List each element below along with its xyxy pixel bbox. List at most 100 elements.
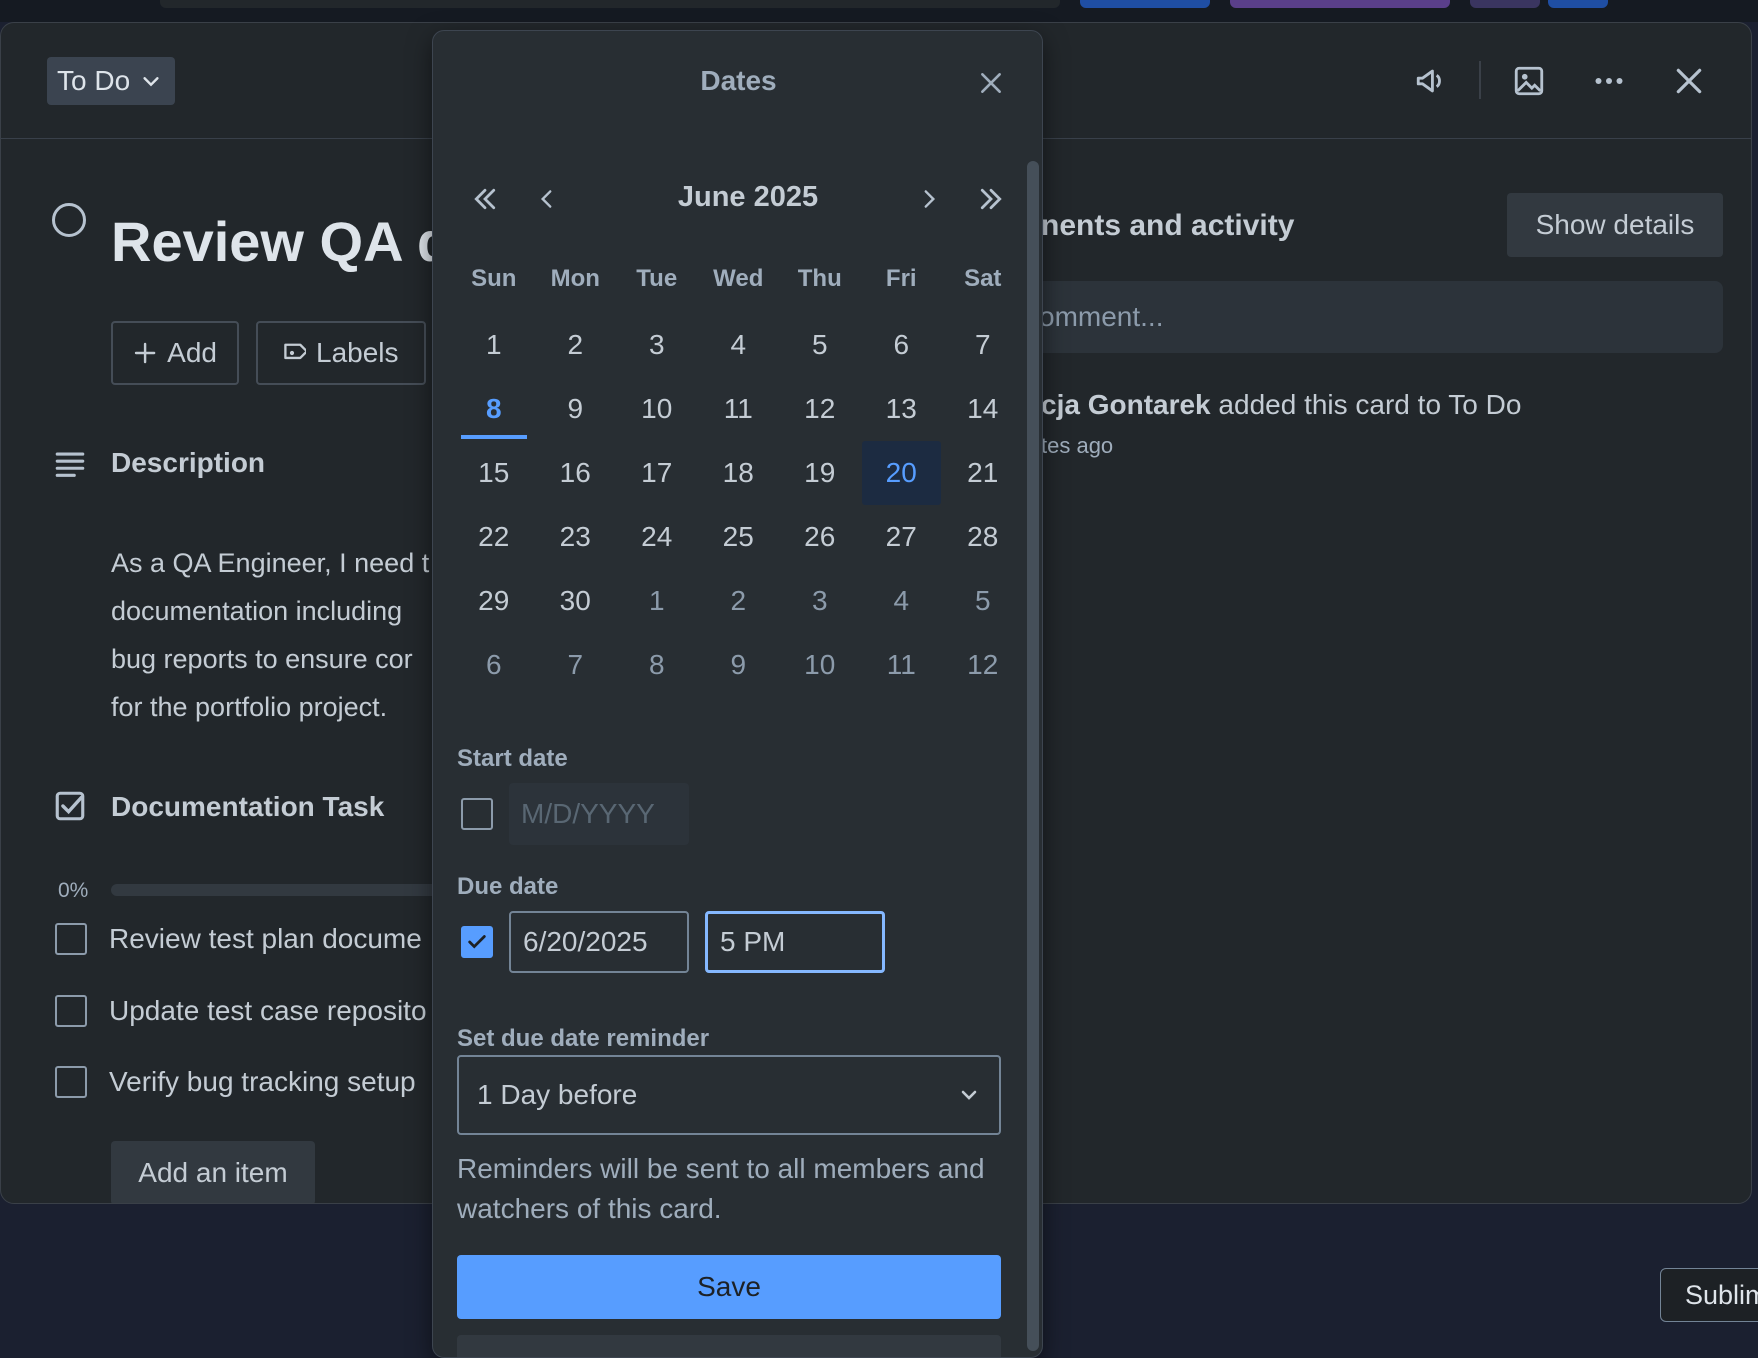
next-year-icon[interactable] bbox=[971, 179, 1011, 219]
chevron-down-icon bbox=[961, 1090, 977, 1100]
calendar-day[interactable]: 5 bbox=[942, 569, 1024, 633]
add-button[interactable]: Add bbox=[111, 321, 239, 385]
chevron-down-icon bbox=[143, 77, 159, 87]
due-time-input[interactable]: 5 PM bbox=[705, 911, 885, 973]
floating-button[interactable]: Sublim bbox=[1660, 1268, 1758, 1322]
calendar-day[interactable]: 9 bbox=[535, 377, 617, 441]
start-date-input[interactable]: M/D/YYYY bbox=[509, 783, 689, 845]
checklist-item-checkbox[interactable] bbox=[55, 1066, 87, 1098]
more-icon[interactable] bbox=[1591, 63, 1627, 99]
calendar-day[interactable]: 30 bbox=[535, 569, 617, 633]
calendar-day[interactable]: 4 bbox=[861, 569, 943, 633]
calendar-day[interactable]: 23 bbox=[535, 505, 617, 569]
calendar-day[interactable]: 15 bbox=[453, 441, 535, 505]
calendar-day-today[interactable]: 8 bbox=[453, 377, 535, 441]
activity-user[interactable]: cja Gontarek bbox=[1041, 389, 1211, 420]
calendar-day[interactable]: 26 bbox=[779, 505, 861, 569]
list-select-button[interactable]: To Do bbox=[47, 57, 175, 105]
calendar-day[interactable]: 1 bbox=[616, 569, 698, 633]
checklist-progress-bar bbox=[111, 884, 441, 896]
reminder-select[interactable]: 1 Day before bbox=[457, 1055, 1001, 1135]
checklist-item-label: Update test case reposito bbox=[109, 995, 427, 1026]
calendar-day[interactable]: 7 bbox=[535, 633, 617, 697]
megaphone-icon[interactable] bbox=[1413, 63, 1449, 99]
calendar-day[interactable]: 24 bbox=[616, 505, 698, 569]
calendar-day[interactable]: 6 bbox=[861, 313, 943, 377]
image-icon[interactable] bbox=[1511, 63, 1547, 99]
calendar-day[interactable]: 17 bbox=[616, 441, 698, 505]
calendar-day[interactable]: 22 bbox=[453, 505, 535, 569]
weekday-label: Tue bbox=[636, 265, 678, 292]
calendar-day[interactable]: 29 bbox=[453, 569, 535, 633]
calendar-day-selected[interactable]: 20 bbox=[861, 441, 941, 505]
reminder-label: Set due date reminder bbox=[457, 1025, 710, 1052]
due-date-checkbox[interactable] bbox=[461, 926, 493, 958]
calendar-day[interactable]: 3 bbox=[779, 569, 861, 633]
prev-year-icon[interactable] bbox=[465, 179, 505, 219]
calendar-day[interactable]: 5 bbox=[779, 313, 861, 377]
labels-button[interactable]: Labels bbox=[256, 321, 426, 385]
calendar-day[interactable]: 27 bbox=[861, 505, 943, 569]
calendar-day[interactable]: 18 bbox=[698, 441, 780, 505]
add-button-label: Add bbox=[167, 337, 217, 368]
checklist-item[interactable]: Update test case reposito bbox=[55, 995, 427, 1027]
checklist-item-checkbox[interactable] bbox=[55, 995, 87, 1027]
search-bar-edge bbox=[160, 0, 1060, 8]
comment-input[interactable]: omment... bbox=[1001, 281, 1723, 353]
calendar-day[interactable]: 28 bbox=[942, 505, 1024, 569]
calendar-day[interactable]: 2 bbox=[535, 313, 617, 377]
activity-time[interactable]: tes ago bbox=[1041, 433, 1113, 459]
description-line: bug reports to ensure cor bbox=[111, 644, 413, 674]
checklist-item-label: Verify bug tracking setup bbox=[109, 1066, 416, 1097]
calendar-day[interactable]: 7 bbox=[942, 313, 1024, 377]
description-icon bbox=[55, 452, 85, 477]
checklist-title: Documentation Task bbox=[111, 791, 385, 822]
save-button[interactable]: Save bbox=[457, 1255, 1001, 1319]
show-details-button[interactable]: Show details bbox=[1507, 193, 1723, 257]
plus-icon bbox=[134, 342, 156, 364]
calendar-day[interactable]: 2 bbox=[698, 569, 780, 633]
description-text[interactable]: As a QA Engineer, I need t documentation… bbox=[111, 539, 431, 731]
card-title[interactable]: Review QA d bbox=[111, 209, 451, 274]
header-button-edge bbox=[1470, 0, 1540, 8]
weekday-label: Fri bbox=[885, 265, 917, 292]
add-checklist-item-button[interactable]: Add an item bbox=[111, 1141, 315, 1203]
checklist-item[interactable]: Review test plan docume bbox=[55, 923, 422, 955]
calendar-day[interactable]: 21 bbox=[942, 441, 1024, 505]
checklist-item-checkbox[interactable] bbox=[55, 923, 87, 955]
due-date-input[interactable]: 6/20/2025 bbox=[509, 911, 689, 973]
calendar-day[interactable]: 14 bbox=[942, 377, 1024, 441]
activity-text: added this card to To Do bbox=[1218, 389, 1522, 420]
checklist-item[interactable]: Verify bug tracking setup bbox=[55, 1066, 416, 1098]
calendar-day[interactable]: 13 bbox=[861, 377, 943, 441]
calendar-month-label: June 2025 bbox=[677, 181, 819, 213]
popover-scrollbar[interactable] bbox=[1027, 161, 1039, 1351]
check-icon bbox=[468, 935, 486, 949]
weekday-label: Wed bbox=[713, 265, 764, 292]
calendar-day[interactable]: 12 bbox=[942, 633, 1024, 697]
calendar-day[interactable]: 11 bbox=[698, 377, 780, 441]
popover-close-icon[interactable] bbox=[973, 65, 1009, 101]
calendar-day[interactable]: 6 bbox=[453, 633, 535, 697]
calendar-day[interactable]: 10 bbox=[779, 633, 861, 697]
calendar-grid: 1 2 3 4 5 6 7 8 9 10 11 12 13 14 15 16 17 18 19 20 21 22 23 24 2… bbox=[453, 313, 1024, 697]
calendar-day[interactable]: 16 bbox=[535, 441, 617, 505]
close-icon[interactable] bbox=[1671, 63, 1707, 99]
calendar-day[interactable]: 4 bbox=[698, 313, 780, 377]
start-date-checkbox[interactable] bbox=[461, 798, 493, 830]
calendar-day[interactable]: 25 bbox=[698, 505, 780, 569]
calendar-day[interactable]: 11 bbox=[861, 633, 943, 697]
next-month-icon[interactable] bbox=[909, 179, 949, 219]
calendar-day[interactable]: 9 bbox=[698, 633, 780, 697]
prev-month-icon[interactable] bbox=[527, 179, 567, 219]
calendar-day[interactable]: 1 bbox=[453, 313, 535, 377]
reminder-selected-value: 1 Day before bbox=[477, 1079, 638, 1110]
calendar-day[interactable]: 19 bbox=[779, 441, 861, 505]
complete-toggle[interactable] bbox=[52, 203, 86, 237]
header-divider bbox=[1479, 61, 1481, 99]
remove-button[interactable]: Remove bbox=[457, 1335, 1001, 1357]
calendar-day[interactable]: 10 bbox=[616, 377, 698, 441]
calendar-day[interactable]: 12 bbox=[779, 377, 861, 441]
calendar-day[interactable]: 3 bbox=[616, 313, 698, 377]
calendar-day[interactable]: 8 bbox=[616, 633, 698, 697]
